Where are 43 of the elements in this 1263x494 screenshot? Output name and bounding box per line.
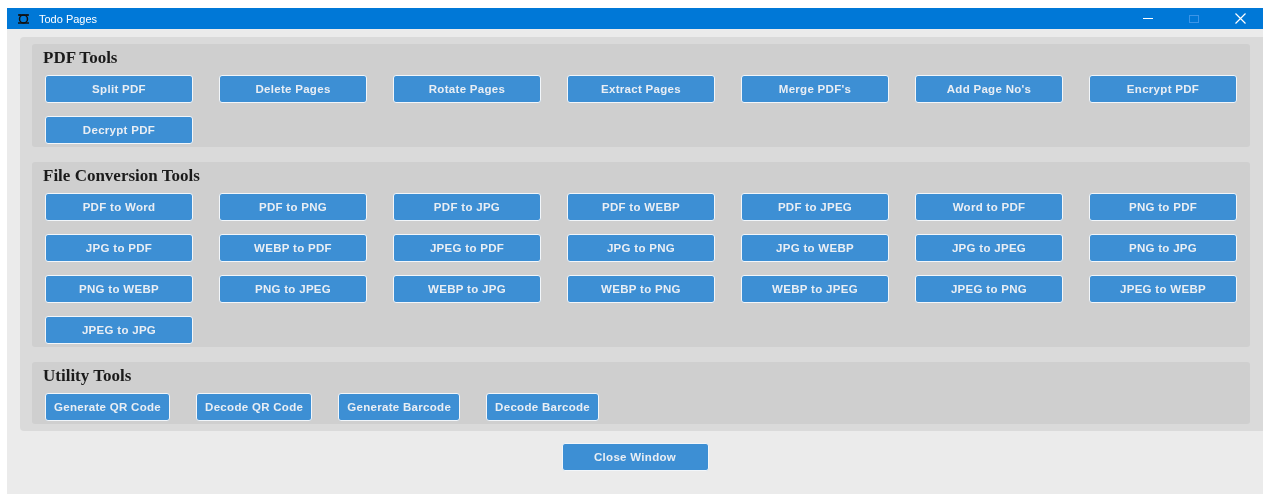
tool-button[interactable]: Decode Barcode: [486, 393, 600, 421]
tool-button[interactable]: PNG to WEBP: [45, 275, 193, 303]
tool-button[interactable]: JPG to JPEG: [915, 234, 1063, 262]
section-title: File Conversion Tools: [43, 166, 201, 186]
tool-button[interactable]: Add Page No's: [915, 75, 1063, 103]
tool-button[interactable]: WEBP to JPG: [393, 275, 541, 303]
tool-button[interactable]: JPEG to JPG: [45, 316, 193, 344]
tool-button[interactable]: Word to PDF: [915, 193, 1063, 221]
tool-button[interactable]: Delete Pages: [219, 75, 367, 103]
tool-button[interactable]: PDF to PNG: [219, 193, 367, 221]
tool-button[interactable]: Encrypt PDF: [1089, 75, 1237, 103]
tool-button[interactable]: PDF to JPG: [393, 193, 541, 221]
minimize-icon[interactable]: [1143, 18, 1153, 19]
close-window-button[interactable]: Close Window: [561, 443, 709, 471]
tool-button[interactable]: JPG to PNG: [567, 234, 715, 262]
tool-button[interactable]: PDF to Word: [45, 193, 193, 221]
tool-button[interactable]: Decode QR Code: [196, 393, 313, 421]
tool-button[interactable]: PNG to JPG: [1089, 234, 1237, 262]
tool-button[interactable]: Rotate Pages: [393, 75, 541, 103]
section-title: Utility Tools: [43, 366, 133, 386]
tool-button[interactable]: WEBP to JPEG: [741, 275, 889, 303]
tool-button[interactable]: PDF to WEBP: [567, 193, 715, 221]
tool-button[interactable]: Extract Pages: [567, 75, 715, 103]
tool-button[interactable]: PNG to PDF: [1089, 193, 1237, 221]
app-icon: [17, 13, 30, 24]
tool-button[interactable]: JPG to PDF: [45, 234, 193, 262]
tool-button[interactable]: Generate QR Code: [45, 393, 171, 421]
tool-button[interactable]: PNG to JPEG: [219, 275, 367, 303]
tool-button[interactable]: Decrypt PDF: [45, 116, 193, 144]
tool-button[interactable]: Split PDF: [45, 75, 193, 103]
close-icon[interactable]: [1234, 13, 1246, 24]
window-title: Todo Pages: [39, 12, 99, 25]
maximize-icon[interactable]: [1189, 14, 1199, 23]
tool-button[interactable]: WEBP to PDF: [219, 234, 367, 262]
tool-button[interactable]: JPEG to WEBP: [1089, 275, 1237, 303]
tool-button[interactable]: WEBP to PNG: [567, 275, 715, 303]
tool-button[interactable]: JPEG to PNG: [915, 275, 1063, 303]
tool-button[interactable]: PDF to JPEG: [741, 193, 889, 221]
tool-button[interactable]: Merge PDF's: [741, 75, 889, 103]
tool-button[interactable]: Generate Barcode: [338, 393, 461, 421]
tool-button[interactable]: JPG to WEBP: [741, 234, 889, 262]
tool-button[interactable]: JPEG to PDF: [393, 234, 541, 262]
section-title: PDF Tools: [43, 48, 119, 68]
